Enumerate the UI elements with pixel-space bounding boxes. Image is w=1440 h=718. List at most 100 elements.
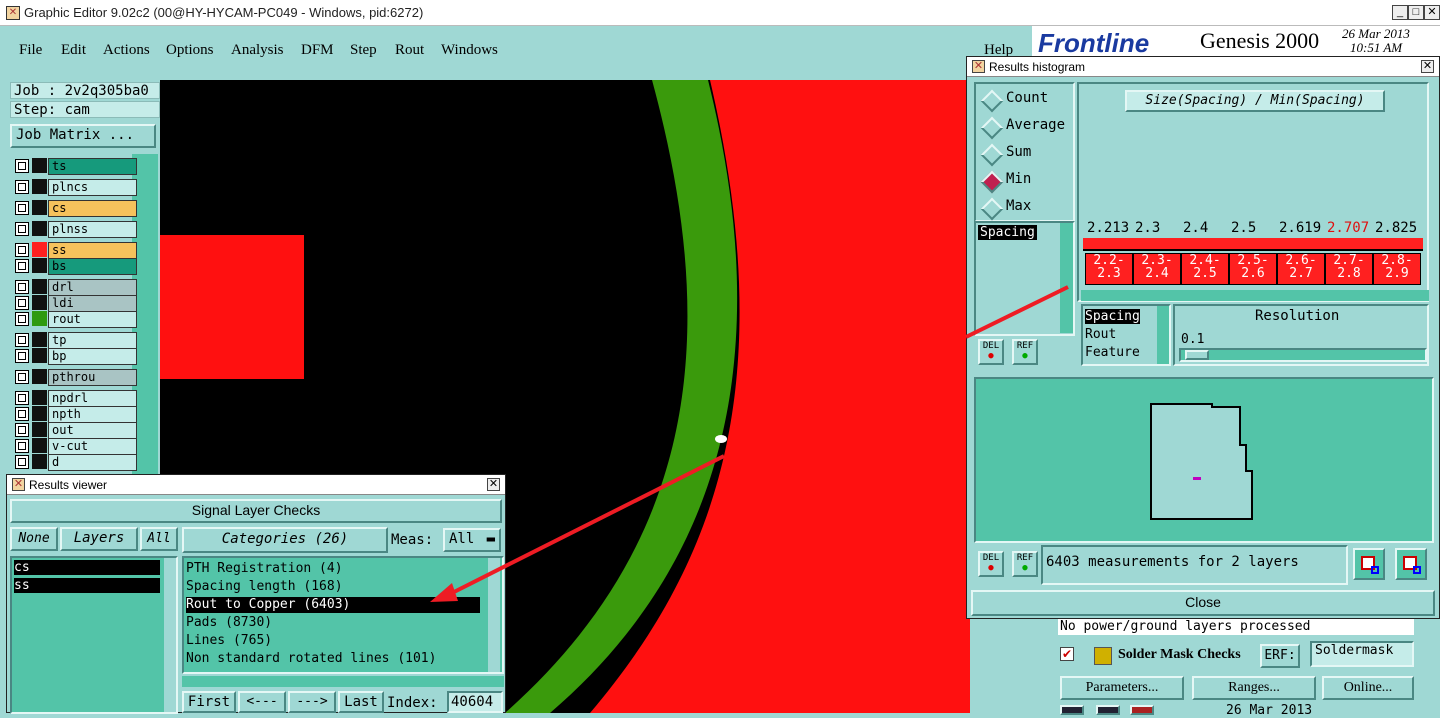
category-item[interactable]: Spacing length (168) <box>186 579 343 595</box>
layer-name[interactable]: tp <box>48 332 137 349</box>
layer-checkbox[interactable] <box>15 439 29 453</box>
histogram-bin[interactable]: 2.6- 2.7 <box>1277 253 1325 285</box>
radio-average[interactable] <box>980 116 1004 140</box>
histogram-hscrollbar[interactable] <box>1081 290 1429 301</box>
layer-checkbox[interactable] <box>15 455 29 469</box>
all-button[interactable]: All <box>140 527 178 551</box>
tool-icon-1[interactable] <box>1060 705 1084 715</box>
category-hscrollbar[interactable] <box>182 676 504 687</box>
first-button[interactable]: First <box>182 691 236 713</box>
spacing-list-item[interactable]: Spacing <box>978 225 1037 240</box>
job-matrix-button[interactable]: Job Matrix ... <box>10 124 156 148</box>
prev-button[interactable]: <--- <box>238 691 286 713</box>
menu-analysis[interactable]: Analysis <box>231 42 284 59</box>
layer-checkbox[interactable] <box>15 280 29 294</box>
radio-sum[interactable] <box>980 143 1004 167</box>
layer-checkbox[interactable] <box>15 222 29 236</box>
layer-results-scrollbar[interactable] <box>164 558 176 712</box>
last-button[interactable]: Last <box>338 691 384 713</box>
online-button[interactable]: Online... <box>1322 676 1414 700</box>
attr-spacing[interactable]: Spacing <box>1085 309 1140 324</box>
layer-checkbox[interactable] <box>15 201 29 215</box>
close-window-button[interactable]: ✕ <box>1424 5 1440 20</box>
menu-edit[interactable]: Edit <box>61 42 86 59</box>
layer-name[interactable]: ldi <box>48 295 137 312</box>
check-enabled-checkbox[interactable]: ✔ <box>1060 647 1074 661</box>
layer-row[interactable]: rout <box>12 311 137 328</box>
menu-step[interactable]: Step <box>350 42 377 59</box>
categories-button[interactable]: Categories (26) <box>182 527 388 553</box>
menu-dfm[interactable]: DFM <box>301 42 334 59</box>
layer-row[interactable]: ss <box>12 242 137 259</box>
layer-row[interactable]: ldi <box>12 295 137 312</box>
layer-checkbox[interactable] <box>15 243 29 257</box>
layer-checkbox[interactable] <box>15 391 29 405</box>
histogram-bin[interactable]: 2.2- 2.3 <box>1085 253 1133 285</box>
meas-dropdown[interactable]: All ▬ <box>443 528 501 552</box>
layer-checkbox[interactable] <box>15 259 29 273</box>
category-item[interactable]: Pads (8730) <box>186 615 272 631</box>
layer-results-list[interactable]: cs ss <box>10 556 178 714</box>
close-button[interactable]: Close <box>971 590 1435 616</box>
layer-row[interactable]: ts <box>12 158 137 175</box>
spacing-list-scrollbar[interactable] <box>1060 223 1073 333</box>
layer-checkbox[interactable] <box>15 333 29 347</box>
histogram-bin[interactable]: 2.4- 2.5 <box>1181 253 1229 285</box>
layer-row[interactable]: plncs <box>12 179 137 196</box>
parameters-button[interactable]: Parameters... <box>1060 676 1184 700</box>
preview-ref-button[interactable]: REF ● <box>1012 551 1038 577</box>
layer-row[interactable]: bs <box>12 258 137 275</box>
viewer-close-icon[interactable]: ✕ <box>487 478 500 491</box>
preview-del-button[interactable]: DEL ● <box>978 551 1004 577</box>
spacing-list[interactable]: Spacing <box>974 221 1075 336</box>
ranges-button[interactable]: Ranges... <box>1192 676 1316 700</box>
menu-file[interactable]: File <box>19 42 42 59</box>
attr-feature[interactable]: Feature <box>1085 345 1140 360</box>
erf-label[interactable]: ERF: <box>1260 644 1300 668</box>
layers-button[interactable]: Layers <box>60 527 138 551</box>
del-button[interactable]: DEL ● <box>978 339 1004 365</box>
category-scrollbar[interactable] <box>488 558 500 672</box>
layer-name[interactable]: d <box>48 454 137 471</box>
layer-row[interactable]: tp <box>12 332 137 349</box>
histogram-bin[interactable]: 2.3- 2.4 <box>1133 253 1181 285</box>
layer-name[interactable]: pthrou <box>48 369 137 386</box>
layer-row[interactable]: out <box>12 422 137 439</box>
layer-row[interactable]: npth <box>12 406 137 423</box>
layer-name[interactable]: plnss <box>48 221 137 238</box>
layer-checkbox[interactable] <box>15 312 29 326</box>
layer-checkbox[interactable] <box>15 296 29 310</box>
radio-max[interactable] <box>980 197 1004 221</box>
layer-name[interactable]: bp <box>48 348 137 365</box>
menu-rout[interactable]: Rout <box>395 42 424 59</box>
layer-checkbox[interactable] <box>15 370 29 384</box>
resolution-slider[interactable] <box>1179 348 1427 362</box>
category-list[interactable]: PTH Registration (4) Spacing length (168)… <box>182 556 504 674</box>
category-item[interactable]: PTH Registration (4) <box>186 561 343 577</box>
layer-name[interactable]: ss <box>48 242 137 259</box>
layer-checkbox[interactable] <box>15 423 29 437</box>
layer-name[interactable]: plncs <box>48 179 137 196</box>
menu-options[interactable]: Options <box>166 42 214 59</box>
menu-windows[interactable]: Windows <box>441 42 498 59</box>
layer-checkbox[interactable] <box>15 407 29 421</box>
next-button[interactable]: ---> <box>288 691 336 713</box>
category-item[interactable]: Lines (765) <box>186 633 272 649</box>
layer-name[interactable]: npdrl <box>48 390 137 407</box>
histogram-close-icon[interactable]: ✕ <box>1421 60 1434 73</box>
layer-name[interactable]: v-cut <box>48 438 137 455</box>
layer-name[interactable]: ts <box>48 158 137 175</box>
layer-row[interactable]: cs <box>12 200 137 217</box>
index-input[interactable]: 40604 <box>447 691 503 713</box>
erf-value[interactable]: Soldermask <box>1310 641 1414 667</box>
histogram-bin[interactable]: 2.7- 2.8 <box>1325 253 1373 285</box>
layer-name[interactable]: bs <box>48 258 137 275</box>
tool-icon-3[interactable] <box>1130 705 1154 715</box>
attr-rout[interactable]: Rout <box>1085 327 1116 342</box>
attr-scrollbar[interactable] <box>1157 306 1169 364</box>
tool-icon-2[interactable] <box>1096 705 1120 715</box>
checks-heading[interactable]: Signal Layer Checks <box>10 499 502 523</box>
layer-checkbox[interactable] <box>15 159 29 173</box>
layer-name[interactable]: cs <box>48 200 137 217</box>
attribute-list[interactable]: Spacing Rout Feature <box>1081 304 1171 366</box>
